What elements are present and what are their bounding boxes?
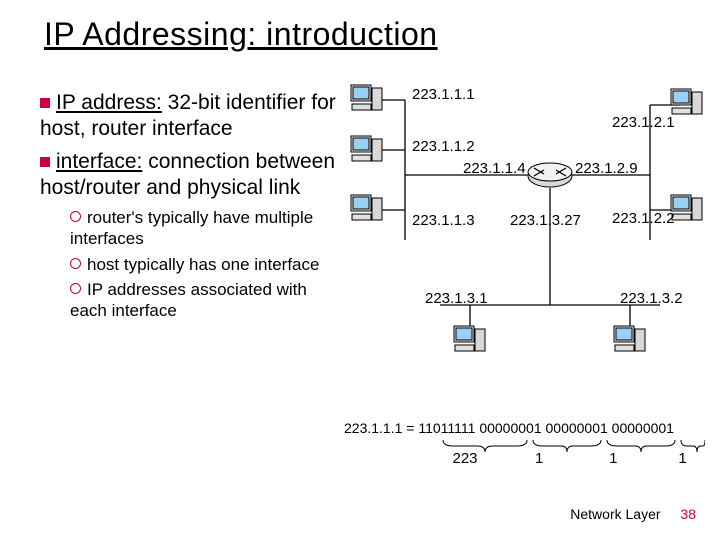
sub-ip-per-interface: IP addresses associated with each interf…	[70, 279, 340, 322]
bullet-circle-icon	[70, 283, 81, 294]
octet: 1	[653, 450, 713, 467]
sub-bullets: router's typically have multiple interfa…	[70, 207, 340, 321]
sub-host-one: host typically has one interface	[70, 254, 340, 275]
bullet-square-icon	[40, 157, 50, 167]
bullet-circle-icon	[70, 258, 81, 269]
pc-icon	[350, 84, 384, 116]
octet: 223	[430, 450, 500, 467]
slide: IP Addressing: introduction IP address: …	[0, 0, 720, 540]
bullet-square-icon	[40, 98, 50, 108]
ip-label: 223.1.2.1	[612, 114, 675, 131]
ip-label: 223.1.1.4	[463, 160, 526, 177]
bullet-circle-icon	[70, 211, 81, 222]
pc-icon	[670, 88, 704, 120]
bullet-interface: interface: connection between host/route…	[40, 149, 340, 202]
body-text: IP address: 32-bit identifier for host, …	[40, 90, 340, 325]
bullet-ip-address: IP address: 32-bit identifier for host, …	[40, 90, 340, 143]
octet: 1	[578, 450, 648, 467]
ip-label: 223.1.2.2	[612, 210, 675, 227]
ip-label: 223.1.2.9	[575, 160, 638, 177]
footer: Network Layer 38	[570, 506, 696, 522]
ip-label: 223.1.3.1	[425, 290, 488, 307]
octet-labels: 223 1 1 1	[430, 450, 720, 467]
ip-label: 223.1.3.2	[620, 290, 683, 307]
ip-label: 223.1.1.3	[412, 212, 475, 229]
pc-icon	[453, 325, 487, 357]
pc-icon	[350, 135, 384, 167]
pc-icon	[613, 325, 647, 357]
sub-router-multiple: router's typically have multiple interfa…	[70, 207, 340, 250]
term-ip-address: IP address:	[56, 91, 162, 114]
ip-label: 223.1.1.1	[412, 86, 475, 103]
router-icon	[526, 162, 574, 190]
ip-label: 223.1.1.2	[412, 138, 475, 155]
term-interface: interface:	[56, 150, 142, 173]
network-diagram: 223.1.1.1 223.1.1.2 223.1.1.3 223.1.1.4 …	[350, 80, 710, 410]
page-title: IP Addressing: introduction	[44, 16, 438, 53]
ip-label: 223.1.3.27	[510, 212, 581, 229]
binary-expansion: 223.1.1.1 = 11011111 00000001 00000001 0…	[344, 420, 714, 436]
footer-section: Network Layer	[570, 506, 660, 522]
page-number: 38	[680, 506, 696, 522]
pc-icon	[350, 194, 384, 226]
pc-icon	[670, 194, 704, 226]
octet: 1	[504, 450, 574, 467]
